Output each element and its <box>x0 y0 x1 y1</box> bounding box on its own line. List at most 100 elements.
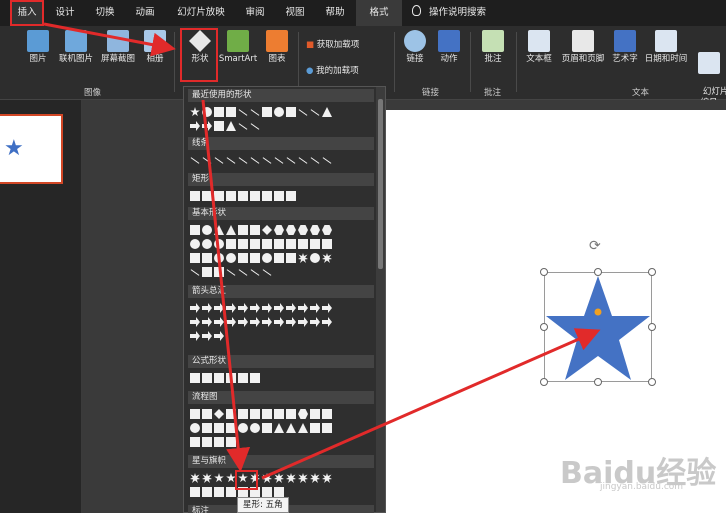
explosion-2-icon[interactable] <box>202 473 212 483</box>
l-shape-icon[interactable] <box>250 239 260 249</box>
curve-icon[interactable] <box>274 157 284 164</box>
curve-icon[interactable] <box>250 123 260 130</box>
extract-icon[interactable] <box>286 423 296 433</box>
cube-icon[interactable] <box>190 253 200 263</box>
decagon-icon[interactable] <box>322 225 332 235</box>
division-icon[interactable] <box>226 373 236 383</box>
curve-icon[interactable] <box>298 157 308 164</box>
data-icon[interactable] <box>226 409 236 419</box>
resize-handle[interactable] <box>648 378 656 386</box>
round-rectangle-icon[interactable] <box>274 191 284 201</box>
line-icon[interactable] <box>190 157 200 164</box>
my-addins-button[interactable]: ● 我的加载项 <box>306 64 359 76</box>
text-box-icon[interactable] <box>190 225 200 235</box>
left-brace-icon[interactable] <box>250 269 260 276</box>
double-brace-icon[interactable] <box>214 267 224 277</box>
ribbon-down-icon[interactable] <box>202 487 212 497</box>
resize-handle[interactable] <box>648 323 656 331</box>
cloud-icon[interactable] <box>322 253 332 263</box>
explosion-icon[interactable] <box>190 473 200 483</box>
twenty-four-point-star-icon[interactable] <box>310 473 320 483</box>
tab-animations[interactable]: 动画 <box>130 0 160 26</box>
right-brace-icon[interactable] <box>262 269 272 276</box>
connector-icon[interactable] <box>238 157 248 164</box>
display-icon[interactable] <box>226 437 236 447</box>
bevel-icon[interactable] <box>202 253 212 263</box>
up-arrow-icon[interactable] <box>214 303 224 313</box>
resize-handle[interactable] <box>594 378 602 386</box>
half-frame-icon[interactable] <box>238 239 248 249</box>
connector-icon[interactable] <box>262 157 272 164</box>
octagon-icon[interactable] <box>310 225 320 235</box>
striped-right-arrow-icon[interactable] <box>238 317 248 327</box>
direct-access-icon[interactable] <box>214 437 224 447</box>
star-icon[interactable] <box>190 107 200 117</box>
resize-handle[interactable] <box>540 268 548 276</box>
sequential-access-icon[interactable] <box>190 437 200 447</box>
punched-tape-icon[interactable] <box>226 423 236 433</box>
up-down-arrow-icon[interactable] <box>250 303 260 313</box>
parallelogram-icon[interactable] <box>238 225 248 235</box>
rectangle-icon[interactable] <box>226 107 236 117</box>
oval-icon[interactable] <box>274 107 284 117</box>
circular-arrow-icon[interactable] <box>214 331 224 341</box>
five-point-star-shape[interactable] <box>544 272 652 382</box>
plaque-icon[interactable] <box>286 239 296 249</box>
cross-icon[interactable] <box>274 239 284 249</box>
line-icon[interactable] <box>226 157 236 164</box>
line-icon[interactable] <box>238 109 248 116</box>
block-arc-icon[interactable] <box>238 253 248 263</box>
hexagon-icon[interactable] <box>286 225 296 235</box>
multidocument-icon[interactable] <box>274 409 284 419</box>
pie-icon[interactable] <box>190 239 200 249</box>
adjustment-handle[interactable] <box>594 308 602 316</box>
heptagon-icon[interactable] <box>298 225 308 235</box>
action-button[interactable]: 动作 <box>436 30 462 65</box>
connector-icon[interactable] <box>298 109 308 116</box>
right-arrow-callout-icon[interactable] <box>286 317 296 327</box>
text-box-icon[interactable] <box>214 107 224 117</box>
curved-up-arrow-icon[interactable] <box>214 317 224 327</box>
wordart-button[interactable]: 艺术字 <box>608 30 642 65</box>
tab-transitions[interactable]: 切换 <box>90 0 120 26</box>
rounded-rectangle-icon[interactable] <box>202 191 212 201</box>
card-icon[interactable] <box>214 423 224 433</box>
internal-storage-icon[interactable] <box>250 409 260 419</box>
get-addins-button[interactable]: ■ 获取加载项 <box>306 38 359 50</box>
document-icon[interactable] <box>262 409 272 419</box>
diamond-icon[interactable] <box>262 225 272 235</box>
scrollbar-thumb[interactable] <box>378 99 383 269</box>
multiply-icon[interactable] <box>214 373 224 383</box>
curved-right-arrow-icon[interactable] <box>190 317 200 327</box>
right-arrow-icon[interactable] <box>190 303 200 313</box>
bent-arrow-icon[interactable] <box>286 303 296 313</box>
bevel-icon[interactable] <box>322 239 332 249</box>
teardrop-icon[interactable] <box>214 239 224 249</box>
curved-down-arrow-icon[interactable] <box>226 317 236 327</box>
triangle-icon[interactable] <box>322 107 332 117</box>
online-picture-button[interactable]: 联机图片 <box>56 30 96 65</box>
down-arrow-callout-icon[interactable] <box>298 317 308 327</box>
left-right-arrow-icon[interactable] <box>238 303 248 313</box>
off-page-connector-icon[interactable] <box>202 423 212 433</box>
four-point-star-icon[interactable] <box>214 473 224 483</box>
process-icon[interactable] <box>190 409 200 419</box>
slide-thumbnail[interactable]: ★ <box>0 114 63 184</box>
arc-icon[interactable] <box>202 107 212 117</box>
gallery-scrollbar[interactable] <box>376 87 385 512</box>
rectangle-icon[interactable] <box>190 191 200 201</box>
resize-handle[interactable] <box>540 323 548 331</box>
magnetic-disk-icon[interactable] <box>202 437 212 447</box>
header-footer-button[interactable]: 页眉和页脚 <box>556 30 610 65</box>
eight-point-star-icon[interactable] <box>262 473 272 483</box>
not-equal-icon[interactable] <box>250 373 260 383</box>
rectangle-icon[interactable] <box>262 107 272 117</box>
ribbon-up-icon[interactable] <box>190 487 200 497</box>
manual-input-icon[interactable] <box>310 409 320 419</box>
curved-left-arrow-icon[interactable] <box>202 317 212 327</box>
triangle-icon[interactable] <box>214 225 224 235</box>
textbox-button[interactable]: 文本框 <box>522 30 556 65</box>
down-arrow-icon[interactable] <box>202 121 212 131</box>
scribble-icon[interactable] <box>322 157 332 164</box>
minus-icon[interactable] <box>202 373 212 383</box>
